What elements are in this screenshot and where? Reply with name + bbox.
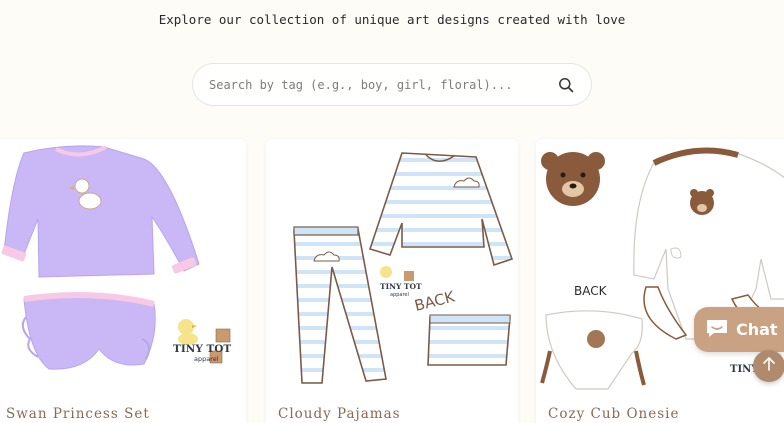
scroll-to-top-button[interactable] xyxy=(753,350,784,382)
chat-button[interactable]: Chat xyxy=(694,307,784,352)
page-tagline: Explore our collection of unique art des… xyxy=(158,12,626,27)
brand-logo-sub: apparel xyxy=(390,292,409,298)
search-input[interactable] xyxy=(209,77,557,92)
back-label: BACK xyxy=(413,287,458,315)
product-title[interactable]: Cozy Cub Onesie xyxy=(548,406,679,422)
product-image-cloudy-pajamas[interactable]: BACK TINY TOT apparel xyxy=(266,139,518,399)
arrow-up-icon xyxy=(761,356,777,376)
back-label: BACK xyxy=(574,284,608,298)
product-card-swan-princess[interactable]: TINY TOT apparel Swan Princess Set xyxy=(0,139,246,423)
chat-bubble-icon xyxy=(704,317,730,343)
product-card-cozy-cub[interactable]: BACK TINY TOT Cozy Cub Onesie xyxy=(536,139,784,423)
chat-label: Chat xyxy=(736,320,778,339)
search-bar xyxy=(192,63,592,106)
brand-logo-text: TINY TOT xyxy=(380,282,422,291)
product-image-cozy-cub[interactable]: BACK TINY TOT xyxy=(536,139,784,399)
brand-logo-sub: apparel xyxy=(194,355,219,363)
search-icon[interactable] xyxy=(557,76,575,94)
product-card-cloudy-pajamas[interactable]: BACK TINY TOT apparel Cloudy Pajamas xyxy=(266,139,518,423)
product-image-swan-princess[interactable]: TINY TOT apparel xyxy=(0,139,246,399)
brand-logo-text: TINY TOT xyxy=(173,343,231,355)
product-title[interactable]: Cloudy Pajamas xyxy=(278,406,401,422)
product-title[interactable]: Swan Princess Set xyxy=(6,406,150,422)
